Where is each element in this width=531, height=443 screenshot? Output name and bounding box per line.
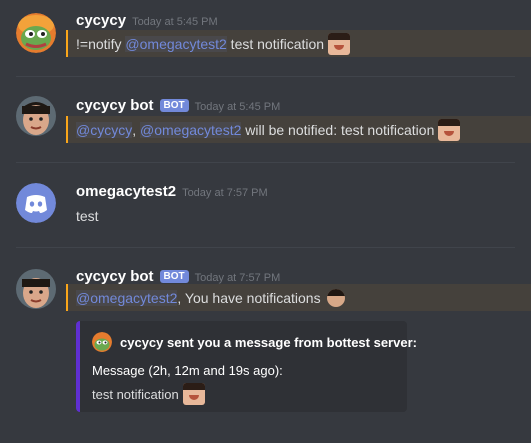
message-text: test	[76, 207, 99, 224]
user-mention[interactable]: @cycycy	[76, 121, 133, 138]
face-emoji-icon[interactable]	[328, 32, 351, 55]
embed-author: cycycy sent you a message from bottest s…	[92, 332, 417, 352]
avatar[interactable]	[16, 269, 56, 309]
message-content: @omegacytest2 , You have notifications	[66, 284, 531, 311]
username[interactable]: cycycy bot	[76, 97, 154, 114]
face-photo-icon	[16, 96, 56, 136]
message-text: !=notify	[76, 35, 126, 52]
user-mention[interactable]: @omegacytest2	[76, 289, 178, 306]
message-content: test	[66, 202, 531, 229]
user-mention[interactable]: @omegacytest2	[140, 121, 242, 138]
avatar[interactable]	[16, 183, 56, 223]
username[interactable]: cycycy	[76, 12, 126, 29]
bot-tag: BOT	[159, 99, 189, 112]
message-content: @cycycy , @omegacytest2 will be notified…	[66, 116, 531, 143]
avatar[interactable]	[16, 96, 56, 136]
timestamp: Today at 5:45 PM	[132, 16, 218, 28]
divider	[16, 162, 515, 163]
timestamp: Today at 5:45 PM	[194, 101, 281, 113]
pepe-frog-icon	[92, 332, 112, 352]
message-text: test notification	[226, 35, 325, 52]
user-mention[interactable]: @omegacytest2	[125, 35, 227, 52]
divider	[16, 76, 515, 77]
embed: cycycy sent you a message from bottest s…	[76, 321, 417, 412]
message-text: will be notified: test notification	[241, 121, 435, 138]
timestamp: Today at 7:57 PM	[194, 272, 281, 284]
face-emoji-icon[interactable]	[438, 118, 461, 141]
avatar[interactable]	[16, 13, 56, 53]
discord-logo-icon	[16, 183, 56, 223]
embed-field-name: Message (2h, 12m and 19s ago):	[92, 363, 283, 378]
bot-tag: BOT	[159, 270, 189, 283]
message-text: ,	[132, 121, 140, 138]
username[interactable]: omegacytest2	[76, 183, 176, 200]
pepe-frog-icon	[16, 13, 56, 53]
face-emoji-icon[interactable]	[182, 383, 205, 405]
face-photo-icon	[16, 269, 56, 309]
embed-author-name: cycycy sent you a message from bottest s…	[120, 334, 417, 350]
embed-field-text: test notification	[92, 386, 179, 402]
message-text: , You have notifications	[177, 289, 321, 306]
timestamp: Today at 7:57 PM	[182, 187, 268, 199]
username[interactable]: cycycy bot	[76, 268, 154, 285]
message-content: !=notify @omegacytest2 test notification	[66, 30, 531, 57]
embed-field-value: test notification	[92, 383, 205, 405]
face-emoji-icon[interactable]	[326, 288, 345, 307]
divider	[16, 247, 515, 248]
